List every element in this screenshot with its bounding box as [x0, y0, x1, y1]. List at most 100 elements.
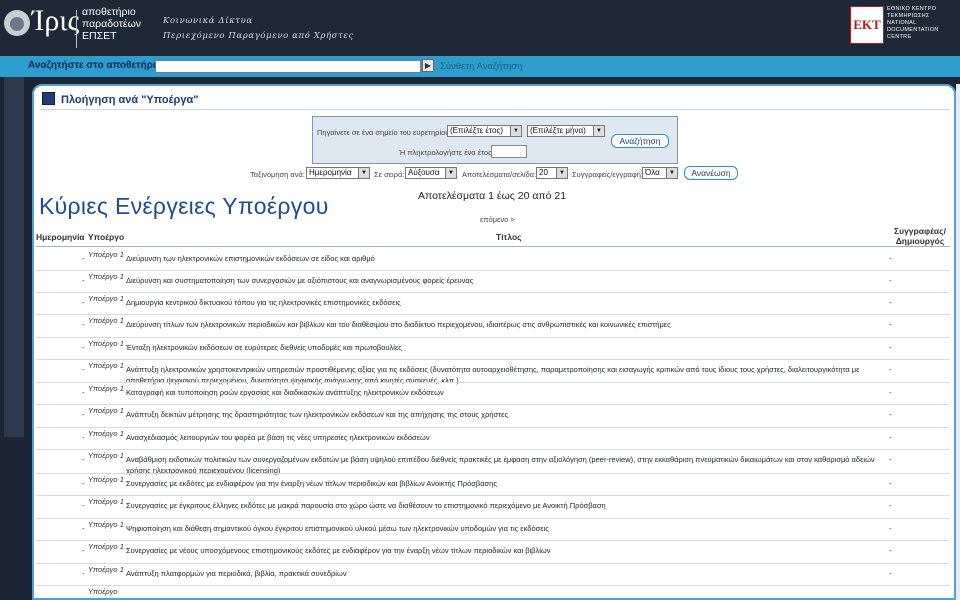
header-divider	[36, 246, 950, 247]
row-author: -	[889, 479, 892, 488]
row-title-link[interactable]: Διεύρυνση τίτλων των ηλεκτρονικών περιοδ…	[126, 319, 896, 330]
row-author: -	[889, 433, 892, 442]
row-type: Υποέργο 1	[88, 250, 124, 259]
table-row[interactable]: - Υποέργο 1 Ψηφιοποίηση και διάθεση σημαντ…	[34, 518, 954, 541]
row-type: Υποέργο 1	[88, 542, 124, 551]
table-row[interactable]: - Υποέργο 1 Διεύρυνση και συστηματοποίηση …	[34, 270, 954, 293]
per-page-select[interactable]: 20 ▼	[536, 167, 568, 179]
row-type: Υποέργο 1	[88, 520, 124, 529]
year-select[interactable]: (Επιλέξτε έτος) ▼	[447, 125, 522, 137]
row-type: Υποέργο 1	[88, 475, 124, 484]
table-row[interactable]: - Υποέργο 1 Συνεργασίες με νέους υποσχόμεν…	[34, 540, 954, 564]
row-title-link[interactable]: Συνεργασίες με εκδότες με ενδιαφέρον για…	[126, 478, 896, 489]
row-date: -	[82, 320, 85, 329]
right-edge	[956, 84, 960, 600]
row-date: -	[82, 569, 85, 578]
row-author: -	[889, 546, 892, 555]
header-tagline: Κοινωνικά Δίκτυα Περιεχόμενο Παραγόμενο …	[163, 14, 354, 44]
search-go-button[interactable]: ▶	[422, 59, 434, 72]
chevron-down-icon: ▼	[556, 168, 567, 178]
row-date: -	[82, 254, 85, 263]
row-date: -	[82, 298, 85, 307]
table-row[interactable]: - Υποέργο 1 Συνεργασίες με εκδότες με ενδι…	[34, 473, 954, 496]
row-type: Υποέργο 1	[88, 384, 124, 393]
chevron-down-icon: ▼	[666, 168, 677, 178]
authors-select[interactable]: Όλα ▼	[642, 167, 678, 179]
row-title-link[interactable]: Συνεργασίες με νέους υποσχόμενους επιστη…	[126, 545, 896, 556]
order-select[interactable]: Αύξουσα ▼	[405, 167, 457, 179]
row-title-link[interactable]: Ένταξη ηλεκτρονικών εκδόσεων σε ευρύτερε…	[126, 342, 896, 353]
row-title-link[interactable]: Καταγραφή και τυποποίηση ροών εργασίας κ…	[126, 387, 896, 398]
row-date: -	[82, 388, 85, 397]
row-title-link[interactable]: Ψηφιοποίηση και διάθεση σημαντικού όγκου…	[126, 523, 896, 534]
sort-by-label: Ταξινόμηση ανά:	[250, 170, 305, 179]
table-row[interactable]: - Υποέργο 1 Αναβάθμιση εκδοτικών πολιτικών…	[34, 449, 954, 475]
row-title-link[interactable]: Ανασχεδιασμός λειτουργιών του φορέα με β…	[126, 432, 896, 443]
row-date: -	[82, 455, 85, 464]
row-date: -	[82, 479, 85, 488]
row-title-link[interactable]: Ανάπτυξη δεικτών μέτρησης της δραστηριότ…	[126, 409, 896, 420]
iris-logo[interactable]: Ίρις αποθετήριο παραδοτέων ΕΠΣΕΤ	[4, 4, 154, 50]
row-type: Υποέργο 1	[88, 272, 124, 281]
row-title-link[interactable]: Διεύρυνση και συστηματοποίηση των συνεργ…	[126, 275, 896, 286]
table-row[interactable]: - Υποέργο 1 Δημιουργία κεντρικού δικτυακού…	[34, 292, 954, 315]
tagline-line-1: Κοινωνικά Δίκτυα	[163, 16, 253, 26]
row-type: Υποέργο 1	[88, 339, 124, 348]
left-sidebar	[4, 77, 24, 437]
per-page-value: 20	[539, 168, 548, 177]
row-date: -	[82, 276, 85, 285]
iris-emblem-icon	[4, 10, 30, 36]
row-author: -	[889, 298, 892, 307]
row-author: -	[889, 254, 892, 263]
search-button[interactable]: Αναζήτηση	[611, 134, 669, 148]
row-type: Υποέργο	[88, 587, 118, 596]
advanced-search-link[interactable]: Σύνθετη Αναζήτηση	[440, 61, 522, 72]
month-select-value: (Επιλέξτε μήνα)	[530, 126, 586, 135]
table-row[interactable]: - Υποέργο 1 Ανασχεδιασμός λειτουργιών του …	[34, 427, 954, 450]
table-row[interactable]: - Υποέργο 1 Ανάπτυξη δεικτών μέτρησης της …	[34, 404, 954, 428]
table-row[interactable]: Υποέργο	[34, 585, 954, 598]
authors-value: Όλα	[645, 168, 660, 177]
row-type: Υποέργο 1	[88, 316, 124, 325]
search-input[interactable]	[155, 60, 421, 73]
next-page-link[interactable]: επόμενο >	[480, 215, 515, 224]
site-header: Ίρις αποθετήριο παραδοτέων ΕΠΣΕΤ Κοινωνι…	[0, 0, 960, 56]
refresh-button[interactable]: Ανανέωση	[684, 166, 738, 180]
logo-divider	[76, 10, 77, 48]
sort-by-select[interactable]: Ημερομηνία ▼	[306, 167, 370, 179]
row-title-link[interactable]: Διεύρυνση των ηλεκτρονικών επιστημονικών…	[126, 253, 896, 264]
row-type: Υποέργο 1	[88, 451, 124, 460]
browse-title: Πλοήγηση ανά "Υποέργα"	[42, 92, 198, 106]
jump-to-box: Πηγαίνετε σε ένα σημείο του ευρετηρίου: …	[312, 116, 678, 164]
row-type: Υποέργο 1	[88, 294, 124, 303]
row-date: -	[82, 546, 85, 555]
row-date: -	[82, 524, 85, 533]
table-row[interactable]: - Υποέργο 1 Ανάπτυξη πλατφορμών για περιοδ…	[34, 563, 954, 586]
row-title-link[interactable]: Δημιουργία κεντρικού δικτυακού τόπου για…	[126, 297, 896, 308]
header-title[interactable]: Τίτλος	[496, 232, 522, 242]
order-label: Σε σειρά:	[374, 170, 405, 179]
table-row[interactable]: - Υποέργο 1 Διεύρυνση τίτλων των ηλεκτρονι…	[34, 314, 954, 338]
row-title-link[interactable]: Συνεργασίες με έγκριτους έλληνες εκδότες…	[126, 500, 896, 511]
header-date[interactable]: Ημερομηνία	[36, 232, 85, 242]
year-input[interactable]	[491, 145, 527, 158]
ekt-logo-text: ΕΘΝΙΚΟ ΚΕΝΤΡΟ ΤΕΚΜΗΡΙΩΣΗΣ NATIONAL DOCUM…	[887, 6, 939, 40]
row-type: Υποέργο 1	[88, 406, 124, 415]
ekt-logo[interactable]: ΕΚΤ ΕΘΝΙΚΟ ΚΕΝΤΡΟ ΤΕΚΜΗΡΙΩΣΗΣ NATIONAL D…	[850, 6, 942, 46]
row-type: Υποέργο 1	[88, 565, 124, 574]
table-row[interactable]: - Υποέργο 1 Ένταξη ηλεκτρονικών εκδόσεων σ…	[34, 337, 954, 360]
row-title-link[interactable]: Ανάπτυξη πλατφορμών για περιοδικά, βιβλί…	[126, 568, 896, 579]
table-row[interactable]: - Υποέργο 1 Συνεργασίες με έγκριτους έλλην…	[34, 495, 954, 519]
row-author: -	[889, 410, 892, 419]
table-row[interactable]: - Υποέργο 1 Καταγραφή και τυποποίηση ροών …	[34, 382, 954, 405]
header-author[interactable]: Συγγραφέας/ Δημιουργός	[890, 226, 950, 246]
row-author: -	[889, 501, 892, 510]
per-page-label: Αποτελέσματα/σελίδα:	[462, 170, 537, 179]
month-select[interactable]: (Επιλέξτε μήνα) ▼	[527, 125, 605, 137]
type-year-label: Ή πληκτρολογήστε ένα έτος:	[399, 148, 494, 157]
header-type[interactable]: Υποέργο	[88, 232, 124, 242]
table-row[interactable]: - Υποέργο 1 Διεύρυνση των ηλεκτρονικών επι…	[34, 248, 954, 271]
table-row[interactable]: - Υποέργο 1 Ανάπτυξη ηλεκτρονικών χρηστοκε…	[34, 359, 954, 385]
row-date: -	[82, 501, 85, 510]
row-author: -	[889, 388, 892, 397]
